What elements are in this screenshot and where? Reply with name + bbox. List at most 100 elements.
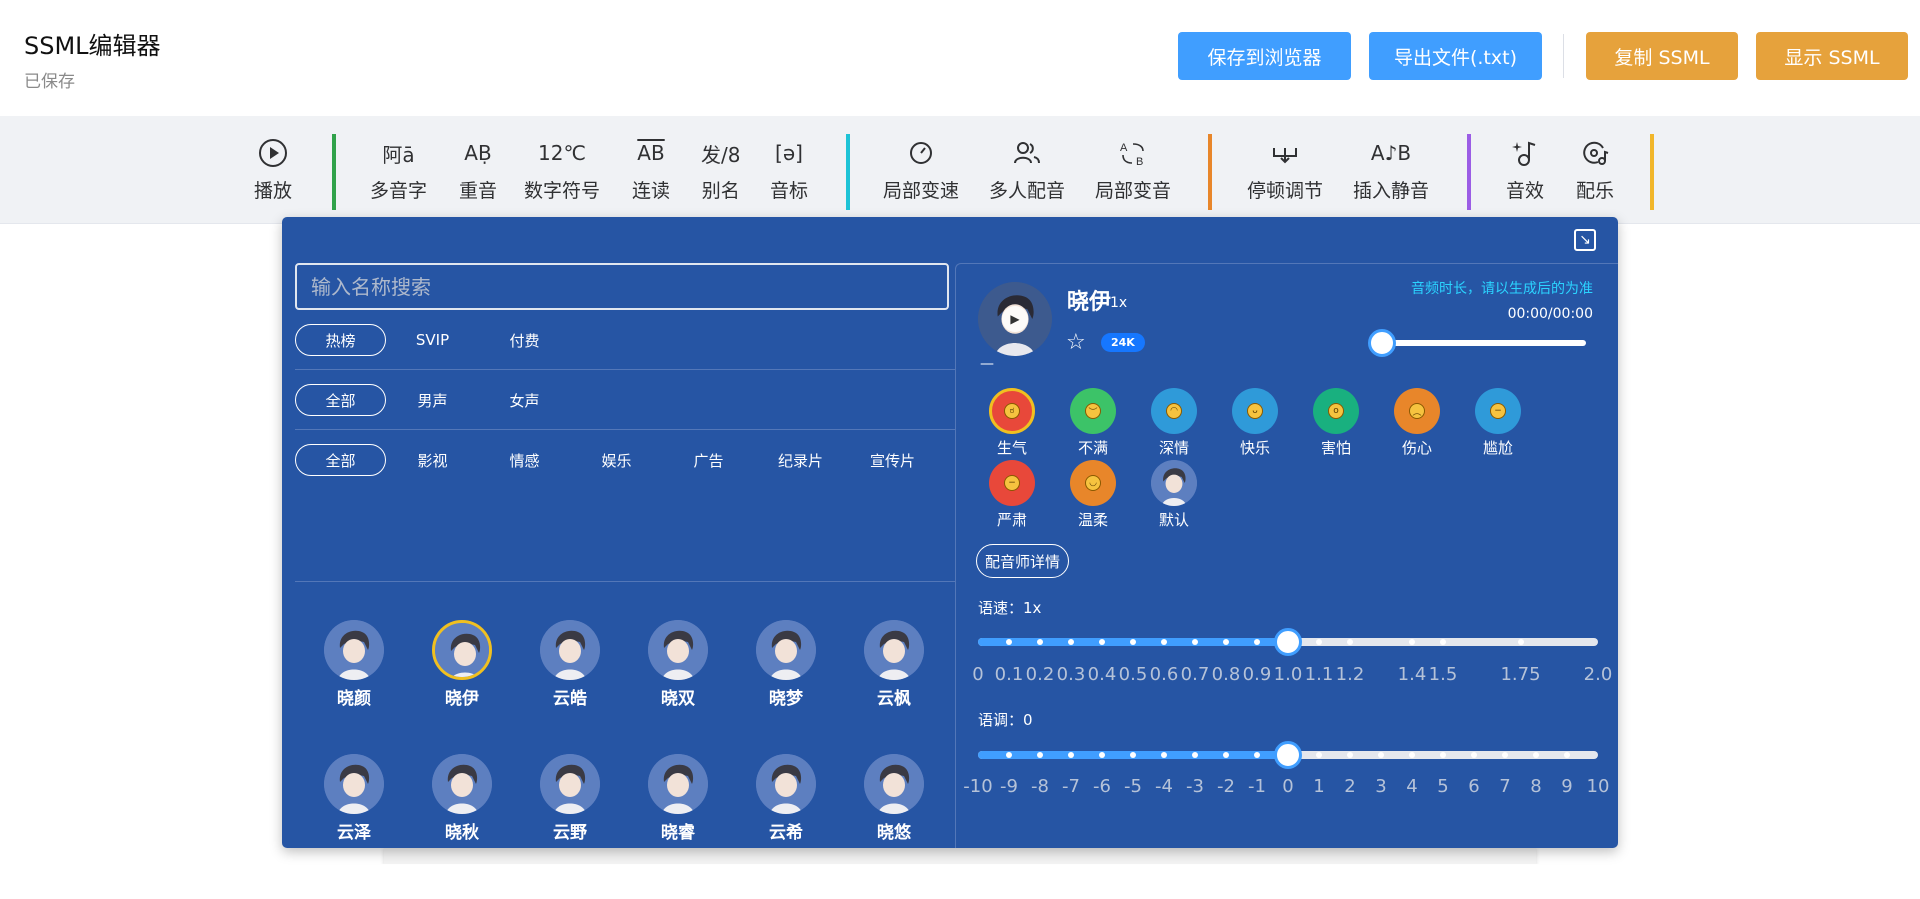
tool-alias[interactable]: 发/8 别名: [701, 136, 740, 203]
pitch-stop: [1316, 752, 1322, 758]
voice-card[interactable]: 云野: [530, 754, 610, 843]
voice-card[interactable]: 晓悠: [854, 754, 934, 843]
star-icon[interactable]: ☆: [1066, 330, 1086, 355]
emotion-item[interactable]: ◡ 温柔: [1058, 460, 1128, 530]
filter-category-all[interactable]: 全部: [295, 444, 386, 476]
header-divider: [1563, 34, 1564, 78]
toolbar-separator: [332, 134, 336, 210]
voice-name: 云希: [769, 823, 803, 843]
fans-badge: 24K: [1101, 333, 1145, 352]
voice-card[interactable]: 晓秋: [422, 754, 502, 843]
collapse-icon[interactable]: ↘: [1574, 229, 1596, 251]
voice-card[interactable]: 晓梦: [746, 620, 826, 709]
play-preview-icon[interactable]: ▶: [1002, 306, 1028, 332]
playback-progress-thumb[interactable]: [1368, 329, 1396, 357]
emotion-item[interactable]: − 严肃: [977, 460, 1047, 530]
pitch-mark: -9: [1000, 776, 1018, 797]
voice-card[interactable]: 晓伊: [422, 620, 502, 709]
emotion-item[interactable]: ︵ 伤心: [1382, 388, 1452, 458]
speed-stop: [1192, 639, 1198, 645]
emotion-icon: ᴗ: [1232, 388, 1278, 434]
emoji-face-icon: o: [1328, 403, 1344, 419]
voice-card[interactable]: 晓双: [638, 620, 718, 709]
voice-card[interactable]: 晓颜: [314, 620, 394, 709]
emotion-icon: ◠: [1151, 388, 1197, 434]
pitch-slider[interactable]: [978, 741, 1598, 769]
voice-name: 晓双: [661, 689, 695, 709]
voice-card[interactable]: 云皓: [530, 620, 610, 709]
tool-play[interactable]: 播放: [254, 136, 292, 203]
save-to-browser-button[interactable]: 保存到浏览器: [1178, 32, 1351, 80]
filter-category-film[interactable]: 影视: [387, 444, 478, 476]
playback-progress-track[interactable]: [1376, 340, 1586, 346]
copy-ssml-button[interactable]: 复制 SSML: [1586, 32, 1738, 80]
filter-category-emotion[interactable]: 情感: [479, 444, 570, 476]
tool-pause[interactable]: 停顿调节: [1247, 136, 1323, 203]
tool-sfx[interactable]: 音效: [1506, 136, 1544, 203]
filter-tier-svip[interactable]: SVIP: [387, 324, 478, 356]
voice-avatar: [432, 754, 492, 814]
filter-tier-hot[interactable]: 热榜: [295, 324, 386, 356]
voice-card[interactable]: 云枫: [854, 620, 934, 709]
search-input[interactable]: [295, 263, 949, 310]
tool-polyphone[interactable]: 阿ā 多音字: [370, 136, 427, 203]
voice-detail-button[interactable]: 配音师详情: [976, 544, 1070, 578]
tool-number[interactable]: 12℃ 数字符号: [524, 136, 600, 203]
category-filter-row: 全部 影视 情感 娱乐 广告 纪录片 宣传片: [295, 430, 955, 582]
emotion-item[interactable]: ᴗ 快乐: [1220, 388, 1290, 458]
emotion-label: 深情: [1158, 439, 1189, 457]
pitch-mark: -1: [1248, 776, 1266, 797]
voice-avatar: [756, 620, 816, 680]
pitch-stop: [1564, 752, 1570, 758]
filter-category-ad[interactable]: 广告: [663, 444, 754, 476]
tool-phonetic[interactable]: [ə] 音标: [770, 136, 808, 203]
editor-footer-shadow: [384, 846, 1536, 864]
tool-local-pitch[interactable]: AB 局部变音: [1095, 136, 1171, 203]
pitch-thumb[interactable]: [1274, 741, 1302, 769]
voice-avatar: [324, 754, 384, 814]
show-ssml-button[interactable]: 显示 SSML: [1756, 32, 1908, 80]
pitch-mark: -5: [1124, 776, 1142, 797]
speed-mark: 0.6: [1149, 664, 1179, 685]
pitch-stop: [1533, 752, 1539, 758]
pitch-mark: -7: [1062, 776, 1080, 797]
users-icon: [1013, 136, 1041, 170]
emotion-item[interactable]: − 尴尬: [1463, 388, 1533, 458]
tool-multi-voice[interactable]: 多人配音: [989, 136, 1065, 203]
emotion-item[interactable]: 默认: [1139, 460, 1209, 530]
voice-card[interactable]: 云泽: [314, 754, 394, 843]
speed-thumb[interactable]: [1274, 628, 1302, 656]
speed-slider[interactable]: [978, 628, 1598, 656]
voice-avatar: [756, 754, 816, 814]
emotion-item[interactable]: ◠ 深情: [1139, 388, 1209, 458]
filter-tier-paid[interactable]: 付费: [479, 324, 570, 356]
voice-avatar: [864, 620, 924, 680]
voice-card[interactable]: 云希: [746, 754, 826, 843]
pitch-mark: 6: [1468, 776, 1480, 797]
filter-category-entertainment[interactable]: 娱乐: [571, 444, 662, 476]
pitch-mark: 1: [1313, 776, 1325, 797]
pitch-stop: [1409, 752, 1415, 758]
filter-category-promo[interactable]: 宣传片: [847, 444, 938, 476]
voice-name: 云皓: [553, 689, 587, 709]
filter-gender-female[interactable]: 女声: [479, 384, 570, 416]
filter-category-documentary[interactable]: 纪录片: [755, 444, 846, 476]
filter-gender-male[interactable]: 男声: [387, 384, 478, 416]
emoji-face-icon: ◡: [1085, 475, 1101, 491]
tool-liaison[interactable]: AB 连读: [632, 136, 670, 203]
filter-gender-all[interactable]: 全部: [295, 384, 386, 416]
tool-stress[interactable]: AḄ 重音: [459, 136, 497, 203]
music-disc-icon: [1581, 136, 1609, 170]
emotion-item[interactable]: o 害怕: [1301, 388, 1371, 458]
emotion-icon: ︶: [1070, 388, 1116, 434]
voice-card[interactable]: 晓睿: [638, 754, 718, 843]
emotion-item[interactable]: ಠ 生气: [977, 388, 1047, 458]
speed-mark: 1.1: [1304, 664, 1334, 685]
tool-bgm[interactable]: 配乐: [1576, 136, 1614, 203]
emotion-item[interactable]: ︶ 不满: [1058, 388, 1128, 458]
export-file-button[interactable]: 导出文件(.txt): [1369, 32, 1542, 80]
tool-local-speed[interactable]: 局部变速: [883, 136, 959, 203]
tool-insert-silence[interactable]: A♪B 插入静音: [1353, 136, 1429, 203]
emotion-label: 生气: [996, 439, 1027, 457]
gender-filter-row: 全部 男声 女声: [295, 370, 955, 430]
